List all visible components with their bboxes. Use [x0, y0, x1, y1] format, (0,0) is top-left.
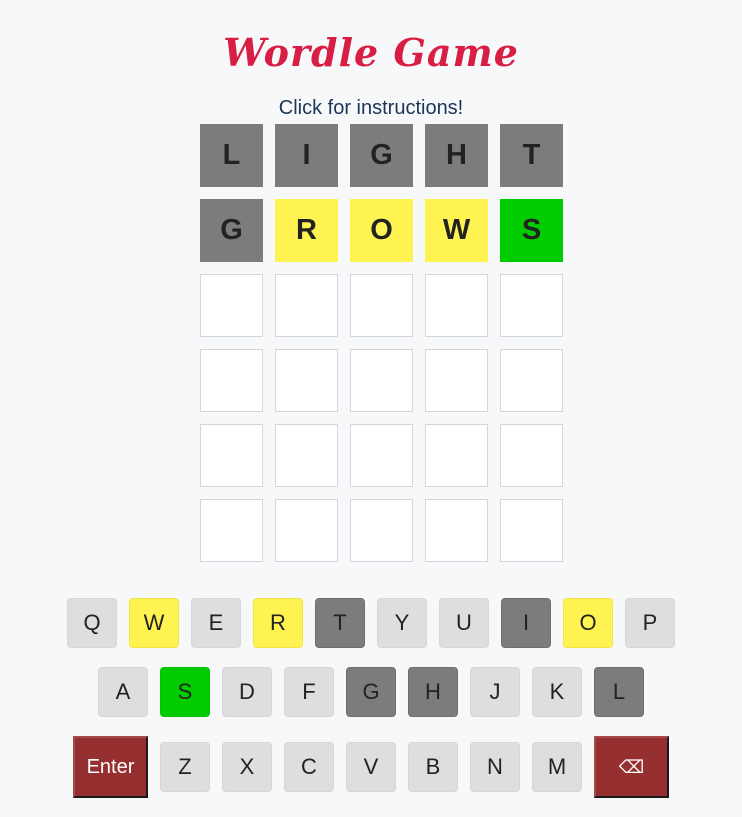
key[interactable]: W [129, 598, 179, 648]
tile: L [200, 124, 263, 187]
key[interactable]: P [625, 598, 675, 648]
key[interactable]: Y [377, 598, 427, 648]
tile [200, 349, 263, 412]
key[interactable]: T [315, 598, 365, 648]
key[interactable]: U [439, 598, 489, 648]
game-board: L I G H T G R O W S [200, 124, 563, 574]
tile [350, 424, 413, 487]
tile [350, 499, 413, 562]
board-row-6 [200, 499, 563, 562]
key[interactable]: H [408, 667, 458, 717]
key[interactable]: I [501, 598, 551, 648]
key[interactable]: O [563, 598, 613, 648]
tile [275, 424, 338, 487]
board-row-3 [200, 274, 563, 337]
key[interactable]: V [346, 742, 396, 792]
wordle-page: Wordle Game Click for instructions! L I … [0, 0, 742, 817]
key[interactable]: C [284, 742, 334, 792]
key[interactable]: F [284, 667, 334, 717]
instructions-link[interactable]: Click for instructions! [0, 97, 742, 120]
tile [425, 349, 488, 412]
key[interactable]: N [470, 742, 520, 792]
tile: G [200, 199, 263, 262]
tile: O [350, 199, 413, 262]
tile: S [500, 199, 563, 262]
board-row-4 [200, 349, 563, 412]
tile: I [275, 124, 338, 187]
on-screen-keyboard: Q W E R T Y U I O P A S D F G H J K L En… [0, 598, 742, 798]
key[interactable]: K [532, 667, 582, 717]
key[interactable]: L [594, 667, 644, 717]
page-title: Wordle Game [223, 30, 519, 75]
key[interactable]: X [222, 742, 272, 792]
key[interactable]: G [346, 667, 396, 717]
key[interactable]: E [191, 598, 241, 648]
key[interactable]: D [222, 667, 272, 717]
tile [275, 499, 338, 562]
tile [500, 499, 563, 562]
key[interactable]: M [532, 742, 582, 792]
board-row-5 [200, 424, 563, 487]
tile: H [425, 124, 488, 187]
key[interactable]: Z [160, 742, 210, 792]
keyboard-row-3: Enter Z X C V B N M ⌫ [0, 736, 742, 798]
key[interactable]: Q [67, 598, 117, 648]
tile [275, 274, 338, 337]
key[interactable]: S [160, 667, 210, 717]
key[interactable]: A [98, 667, 148, 717]
backspace-button[interactable]: ⌫ [594, 736, 669, 798]
tile: W [425, 199, 488, 262]
backspace-icon: ⌫ [618, 756, 645, 777]
tile [200, 499, 263, 562]
enter-button[interactable]: Enter [73, 736, 148, 798]
tile [350, 349, 413, 412]
tile [200, 424, 263, 487]
tile [425, 274, 488, 337]
key[interactable]: R [253, 598, 303, 648]
keyboard-row-1: Q W E R T Y U I O P [0, 598, 742, 648]
key[interactable]: J [470, 667, 520, 717]
tile [350, 274, 413, 337]
keyboard-row-2: A S D F G H J K L [0, 667, 742, 717]
tile [500, 349, 563, 412]
tile [425, 424, 488, 487]
key[interactable]: B [408, 742, 458, 792]
board-row-2: G R O W S [200, 199, 563, 262]
tile [500, 424, 563, 487]
tile: G [350, 124, 413, 187]
tile [200, 274, 263, 337]
tile [425, 499, 488, 562]
tile [500, 274, 563, 337]
tile: T [500, 124, 563, 187]
tile [275, 349, 338, 412]
tile: R [275, 199, 338, 262]
board-row-1: L I G H T [200, 124, 563, 187]
